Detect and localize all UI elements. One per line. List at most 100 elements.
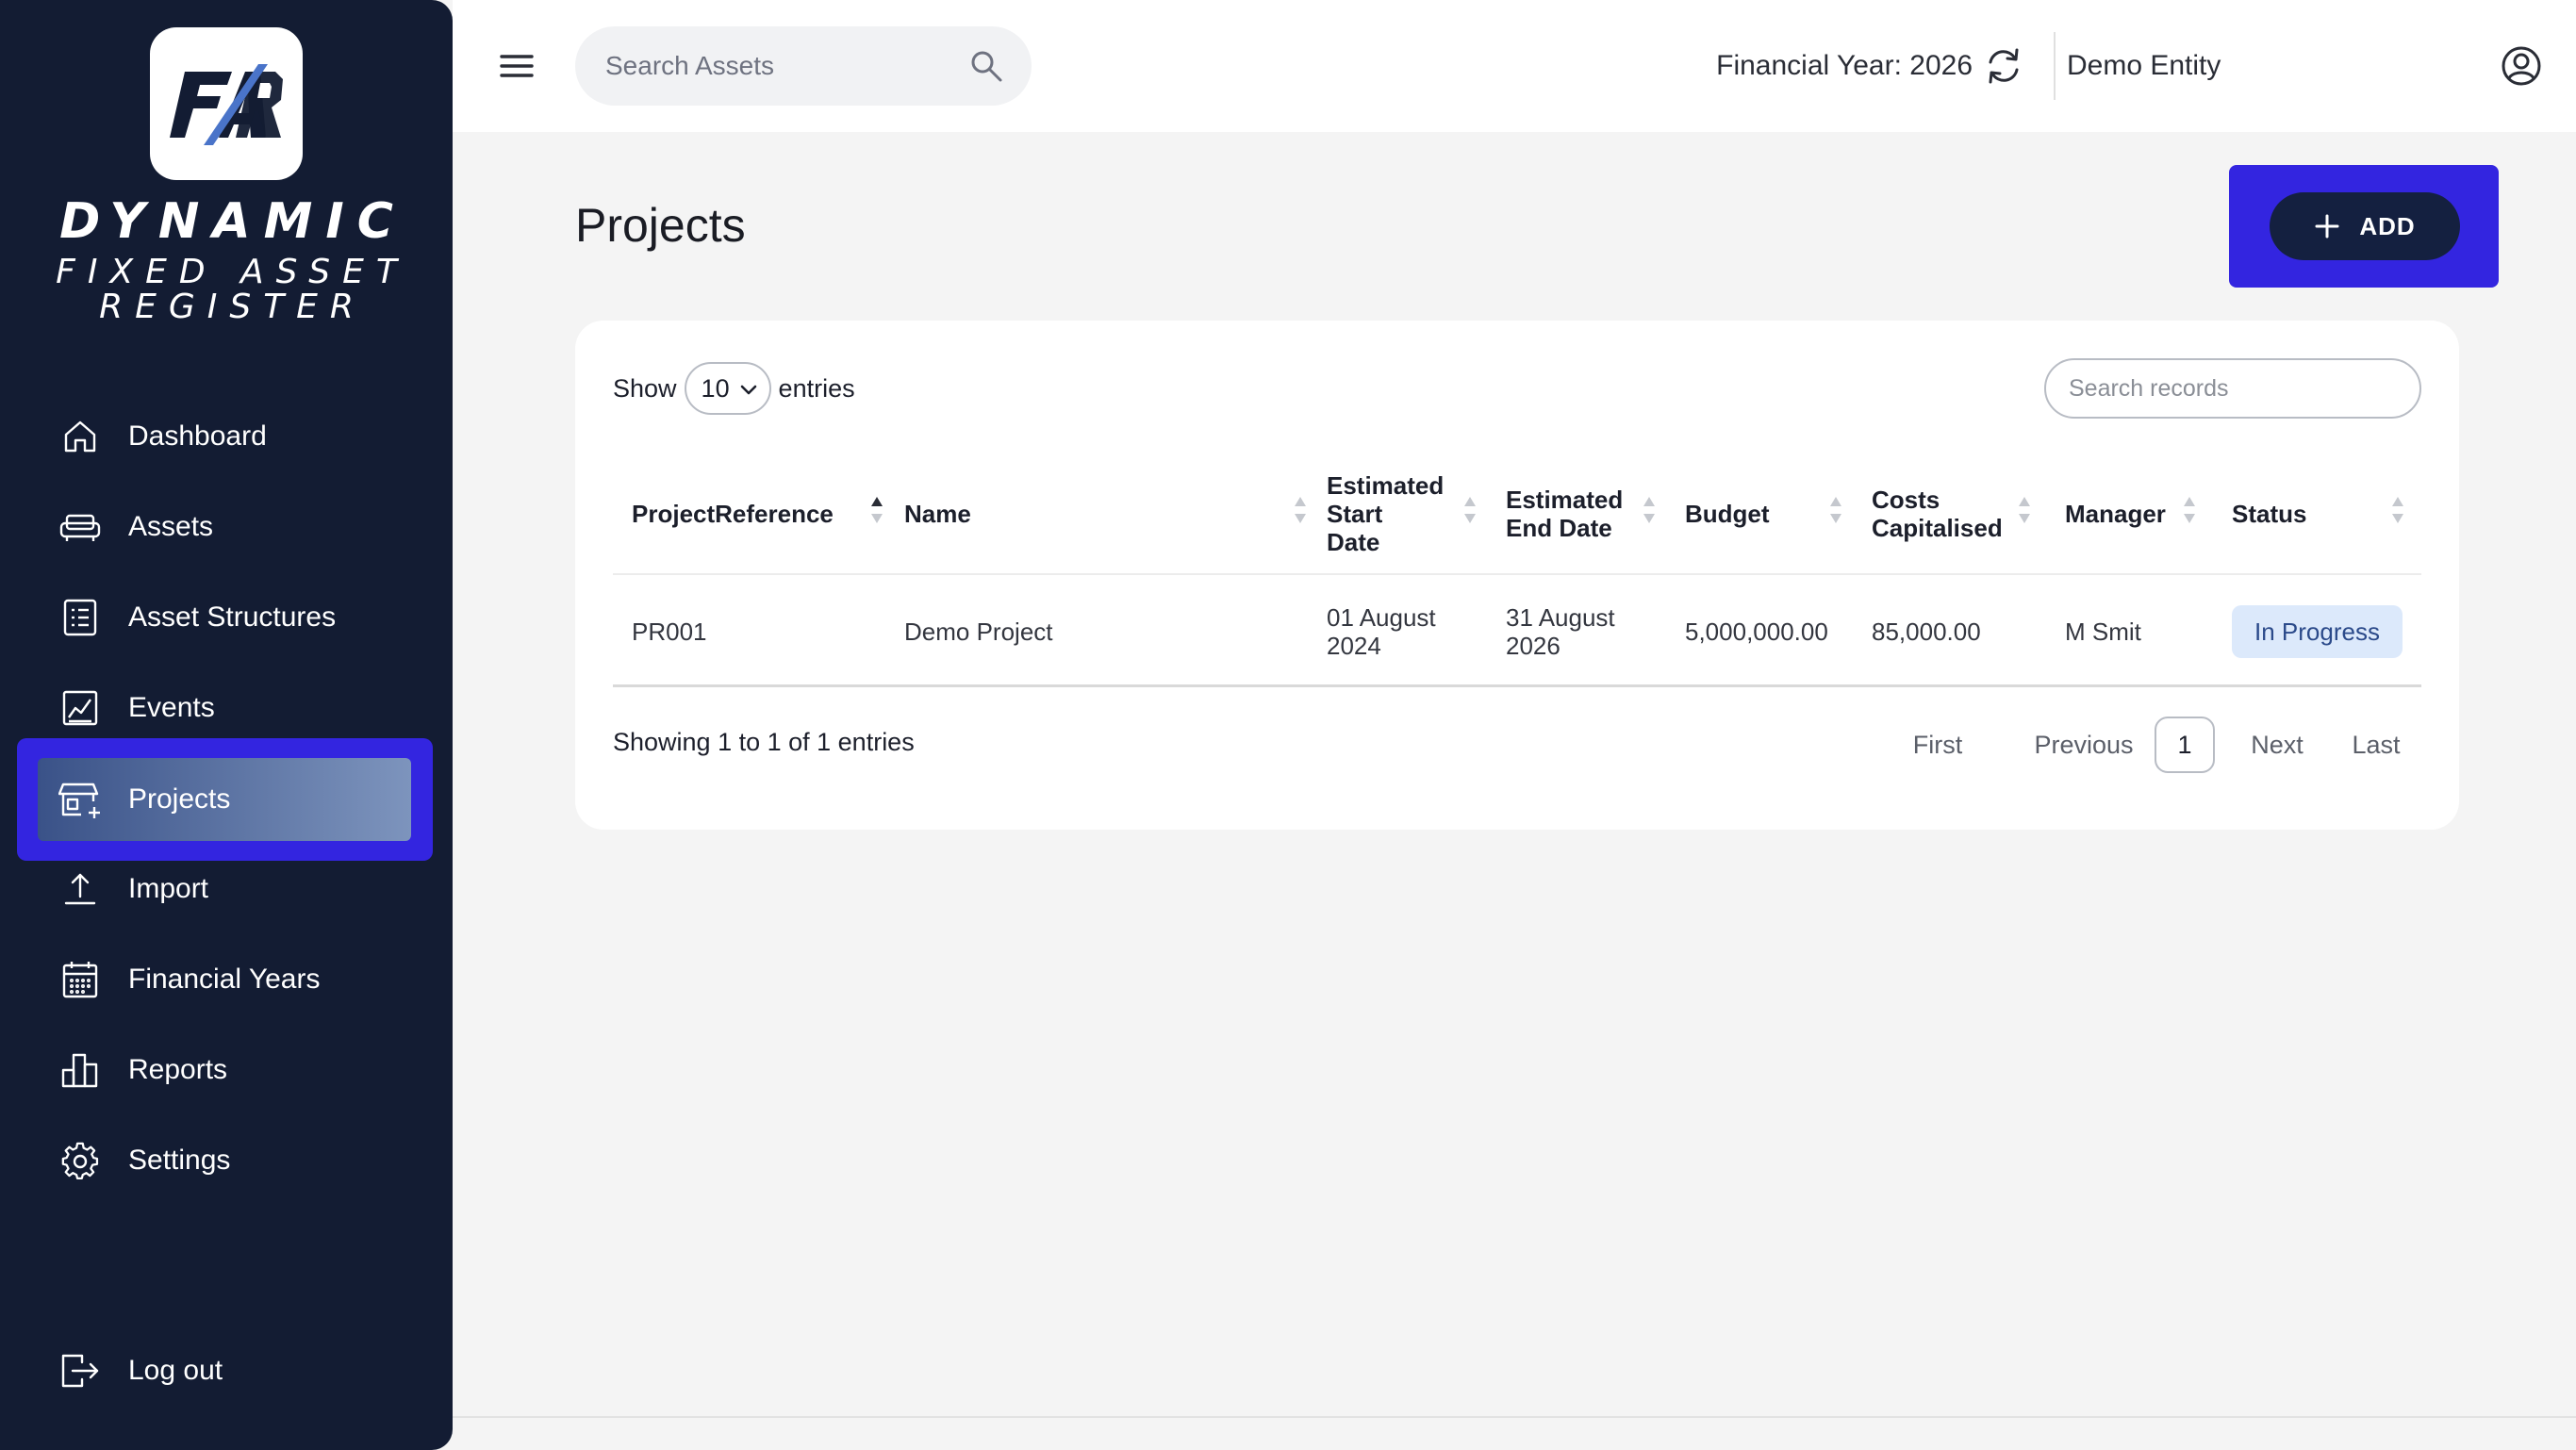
column-header-label: Name (904, 500, 971, 528)
sidebar-item-label: Dashboard (128, 420, 267, 452)
column-header-costs-capitalised[interactable]: Costs Capitalised (1872, 462, 2032, 566)
record-search (2044, 358, 2421, 419)
sidebar-item-reports[interactable]: Reports (38, 1028, 434, 1112)
brand-title: DYNAMIC (59, 193, 406, 250)
logout-icon (58, 1349, 102, 1392)
cell-project-reference: PR001 (632, 618, 707, 646)
sidebar-item-financial-years[interactable]: Financial Years (38, 937, 434, 1022)
sort-icon (2390, 495, 2405, 533)
top-bar-divider (2054, 32, 2056, 100)
table-info: Showing 1 to 1 of 1 entries (613, 728, 915, 756)
sort-icon (1462, 495, 1478, 533)
sidebar-item-dashboard[interactable]: Dashboard (38, 394, 434, 479)
sidebar-item-label: Import (128, 873, 209, 904)
sofa-icon (58, 505, 102, 549)
column-header-name[interactable]: Name (904, 462, 1319, 566)
show-label: Show (613, 373, 677, 403)
sidebar-item-projects[interactable]: Projects (38, 757, 434, 842)
pagination-last[interactable]: Last (2338, 717, 2414, 773)
cell-status: In Progress (2232, 594, 2403, 669)
cell-manager: M Smit (2065, 618, 2141, 646)
sidebar-item-label: Asset Structures (128, 601, 337, 633)
logout-button[interactable]: Log out (38, 1328, 434, 1413)
logout-label: Log out (128, 1355, 223, 1386)
sort-ascending-icon (869, 495, 884, 533)
cell-project-name: Demo Project (904, 618, 1053, 646)
sort-icon (1642, 495, 1657, 533)
sort-icon (1828, 495, 1843, 533)
gear-icon (58, 1139, 102, 1182)
sidebar-item-asset-structures[interactable]: Asset Structures (38, 575, 434, 660)
footer-divider (453, 1416, 2576, 1418)
bar-chart-icon (58, 1048, 102, 1092)
row-divider (613, 684, 2421, 687)
column-header-budget[interactable]: Budget (1685, 462, 1855, 566)
logo (150, 27, 303, 180)
pagination-page-1[interactable]: 1 (2155, 717, 2215, 773)
column-header-label: ProjectReference (632, 500, 834, 528)
column-header-manager[interactable]: Manager (2065, 462, 2197, 566)
add-project-button[interactable]: ADD (2270, 192, 2460, 260)
cell-end-date: 31 August 2026 (1506, 603, 1615, 660)
brand-subtitle-line2: REGISTER (99, 288, 366, 326)
pagination-previous[interactable]: Previous (2018, 717, 2150, 773)
cell-start-date: 01 August 2024 (1327, 603, 1436, 660)
entries-label: entries (778, 373, 855, 403)
cell-costs-capitalised: 85,000.00 (1872, 618, 1981, 646)
financial-year-label: Financial Year: 2026 (1716, 50, 1973, 81)
list-icon (58, 596, 102, 639)
sidebar-item-import[interactable]: Import (38, 847, 434, 931)
sidebar-item-settings[interactable]: Settings (38, 1118, 434, 1203)
column-header-estimated-start-date[interactable]: Estimated Start Date (1327, 462, 1487, 566)
column-header-estimated-end-date[interactable]: Estimated End Date (1506, 462, 1666, 566)
sidebar-item-label: Financial Years (128, 964, 321, 995)
record-search-input[interactable] (2069, 374, 2389, 403)
column-header-label: Estimated End Date (1506, 486, 1624, 542)
column-header-label: Estimated Start Date (1327, 471, 1445, 556)
column-header-label: Costs Capitalised (1872, 486, 2003, 542)
sort-icon (2017, 495, 2032, 533)
entity-name[interactable]: Demo Entity (2067, 0, 2501, 132)
pagination-first[interactable]: First (1895, 717, 1980, 773)
logo-mark-icon (170, 64, 283, 145)
projects-table-card: Show 10 entries ProjectReference Name Es… (575, 321, 2459, 830)
header-divider (613, 573, 2421, 575)
sort-icon (1293, 495, 1308, 533)
column-header-label: Manager (2065, 500, 2166, 528)
refresh-icon[interactable] (1983, 45, 2024, 91)
chart-icon (58, 686, 102, 730)
sidebar-item-label: Reports (128, 1054, 228, 1085)
search-icon[interactable] (969, 49, 1003, 88)
cell-budget: 5,000,000.00 (1685, 618, 1828, 646)
sidebar: DYNAMIC FIXED ASSET REGISTER Dashboard A… (0, 0, 453, 1450)
asset-search-input[interactable] (605, 51, 964, 81)
column-header-label: Status (2232, 500, 2307, 528)
column-header-project-reference[interactable]: ProjectReference (632, 462, 896, 566)
store-add-icon (58, 778, 102, 821)
sidebar-item-label: Events (128, 692, 215, 723)
home-icon (58, 415, 102, 458)
column-header-label: Budget (1685, 500, 1770, 528)
sidebar-item-assets[interactable]: Assets (38, 485, 434, 569)
menu-toggle-icon[interactable] (498, 49, 536, 83)
plus-icon (2314, 213, 2340, 239)
sort-icon (2182, 495, 2197, 533)
upload-icon (58, 867, 102, 911)
page-size-value: 10 (701, 373, 730, 403)
sidebar-item-label: Assets (128, 511, 214, 542)
brand-subtitle-line1: FIXED ASSET (56, 253, 409, 291)
chevron-down-icon (739, 374, 758, 404)
user-account-icon[interactable] (2501, 45, 2542, 91)
sidebar-item-label: Settings (128, 1145, 231, 1176)
column-header-status[interactable]: Status (2232, 462, 2405, 566)
pagination-next[interactable]: Next (2235, 717, 2320, 773)
calendar-icon (58, 958, 102, 1001)
top-bar: Financial Year: 2026 Demo Entity (453, 0, 2576, 132)
page-size-select[interactable]: 10 (684, 362, 771, 415)
sidebar-item-events[interactable]: Events (38, 666, 434, 750)
asset-search (575, 26, 1032, 106)
page-title: Projects (575, 199, 746, 252)
page-size-control: Show 10 entries (613, 362, 855, 415)
add-button-label: ADD (2359, 211, 2416, 240)
sidebar-item-label: Projects (128, 783, 231, 815)
